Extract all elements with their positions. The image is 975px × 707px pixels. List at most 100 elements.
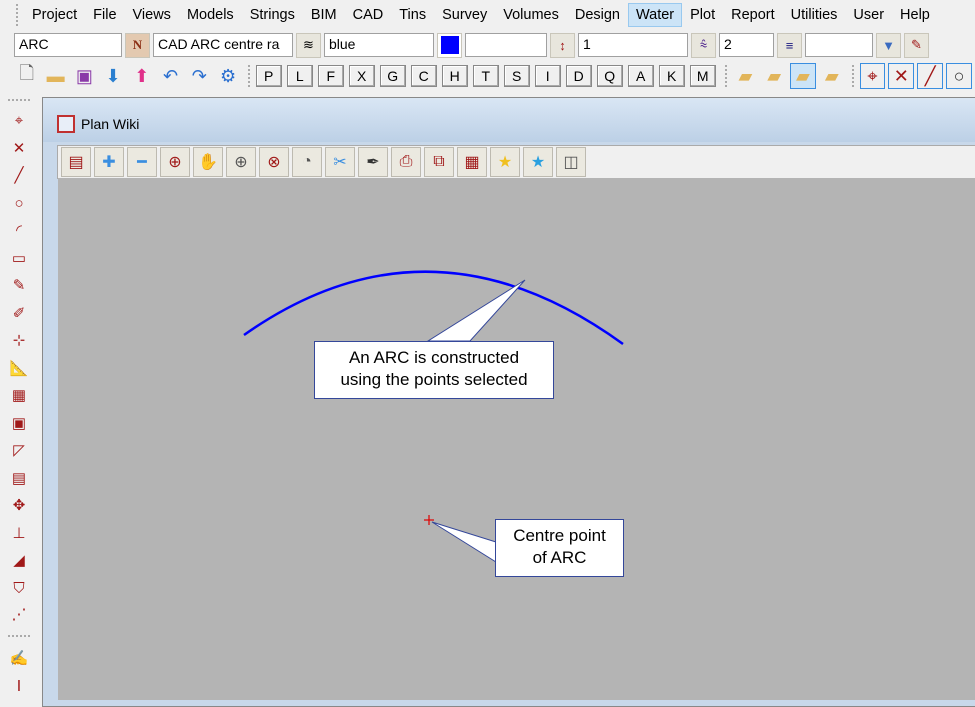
menu-file[interactable]: File bbox=[85, 3, 124, 27]
table-icon[interactable]: ▦ bbox=[6, 384, 32, 406]
menu-plot[interactable]: Plot bbox=[682, 3, 723, 27]
centre-point-marker[interactable] bbox=[424, 515, 434, 525]
save-icon[interactable]: ▣ bbox=[71, 63, 97, 89]
menu-bim[interactable]: BIM bbox=[303, 3, 345, 27]
z-ruler-icon[interactable]: ↕ bbox=[550, 32, 575, 58]
pan-icon[interactable]: ✋ bbox=[193, 147, 223, 177]
new-file-icon[interactable]: 🗋 bbox=[14, 63, 40, 89]
open-folder-icon[interactable]: ▬ bbox=[43, 63, 69, 89]
model-folder-active-icon[interactable]: ▰ bbox=[790, 63, 816, 89]
point-icon[interactable]: ⊹ bbox=[6, 329, 32, 351]
signature-icon[interactable]: ✍ bbox=[6, 647, 32, 669]
linestyle-icon[interactable]: ⩯ bbox=[691, 32, 716, 58]
snap-button-f[interactable]: F bbox=[317, 65, 344, 87]
shape-icon[interactable]: ◸ bbox=[6, 439, 32, 461]
snap-button-s[interactable]: S bbox=[503, 65, 530, 87]
dropdown-icon[interactable]: ▼ bbox=[876, 32, 901, 58]
eyedropper-icon[interactable]: ✎ bbox=[904, 32, 929, 58]
measure-icon[interactable]: 📐 bbox=[6, 357, 32, 379]
menu-project[interactable]: Project bbox=[24, 3, 85, 27]
zoom-in-icon[interactable]: ✚ bbox=[94, 147, 124, 177]
menu-survey[interactable]: Survey bbox=[434, 3, 495, 27]
model-folder-icon[interactable]: ▰ bbox=[733, 63, 759, 89]
snap-button-i[interactable]: I bbox=[534, 65, 561, 87]
model-folder-icon[interactable]: ▰ bbox=[761, 63, 787, 89]
duplicate-icon[interactable]: ⧉ bbox=[424, 147, 454, 177]
image-icon[interactable]: ▤ bbox=[6, 467, 32, 489]
star-icon[interactable]: ★ bbox=[523, 147, 553, 177]
menu-strings[interactable]: Strings bbox=[242, 3, 303, 27]
snap-point-icon[interactable]: ⌖ bbox=[859, 63, 886, 89]
zoom-window-icon[interactable]: ⊗ bbox=[259, 147, 289, 177]
settings-gear-icon[interactable]: ⚙ bbox=[215, 63, 241, 89]
layout-icon[interactable]: ◫ bbox=[556, 147, 586, 177]
snap-button-c[interactable]: C bbox=[410, 65, 437, 87]
menu-design[interactable]: Design bbox=[567, 3, 628, 27]
undo-icon[interactable]: ↶ bbox=[158, 63, 184, 89]
plan-canvas[interactable]: An ARC is constructed using the points s… bbox=[58, 178, 975, 700]
clear-icon[interactable]: ✂ bbox=[325, 147, 355, 177]
menu-help[interactable]: Help bbox=[892, 3, 938, 27]
snap-button-k[interactable]: K bbox=[658, 65, 685, 87]
import-icon[interactable]: ⬇ bbox=[100, 63, 126, 89]
text-icon[interactable]: ✎ bbox=[6, 274, 32, 296]
snap-button-x[interactable]: X bbox=[348, 65, 375, 87]
colour-swatch-button[interactable] bbox=[437, 32, 462, 58]
polygon-icon[interactable]: ⛉ bbox=[6, 577, 32, 599]
text-style-field[interactable] bbox=[805, 33, 873, 57]
menu-user[interactable]: User bbox=[845, 3, 892, 27]
label-icon[interactable]: Ⅰ bbox=[6, 675, 32, 697]
snap-point-icon[interactable]: ⌖ bbox=[6, 109, 32, 131]
intersection-icon[interactable]: ✕ bbox=[6, 137, 32, 159]
snap-button-g[interactable]: G bbox=[379, 65, 406, 87]
gradient-icon[interactable]: ◢ bbox=[6, 549, 32, 571]
window-title-bar[interactable]: Plan Wiki bbox=[43, 98, 975, 142]
favourite-star-icon[interactable]: ★ bbox=[490, 147, 520, 177]
snap-circle-icon[interactable]: ○ bbox=[946, 63, 973, 89]
menu-report[interactable]: Report bbox=[723, 3, 783, 27]
window-icon[interactable]: ▣ bbox=[6, 412, 32, 434]
description-field[interactable]: CAD ARC centre ra bbox=[153, 33, 293, 57]
legend-icon[interactable]: ▦ bbox=[457, 147, 487, 177]
weight-field[interactable]: 1 bbox=[578, 33, 688, 57]
level-icon[interactable]: ⊥ bbox=[6, 522, 32, 544]
arc-string[interactable] bbox=[243, 270, 624, 346]
zoom-plusminus-icon[interactable]: ⊕ bbox=[226, 147, 256, 177]
menu-cad[interactable]: CAD bbox=[345, 3, 392, 27]
menu-volumes[interactable]: Volumes bbox=[495, 3, 567, 27]
snap-button-d[interactable]: D bbox=[565, 65, 592, 87]
snap-intersection-icon[interactable]: ✕ bbox=[888, 63, 915, 89]
model-folder-icon[interactable]: ▰ bbox=[819, 63, 845, 89]
zoom-extent-icon[interactable]: ⊕ bbox=[160, 147, 190, 177]
menu-models[interactable]: Models bbox=[179, 3, 242, 27]
menu-views[interactable]: Views bbox=[125, 3, 179, 27]
zoom-out-icon[interactable]: ━ bbox=[127, 147, 157, 177]
name-n-button[interactable]: N bbox=[125, 32, 150, 58]
snap-button-h[interactable]: H bbox=[441, 65, 468, 87]
snap-line-icon[interactable]: ╱ bbox=[917, 63, 944, 89]
layers-icon[interactable]: ≋ bbox=[296, 32, 321, 58]
line-icon[interactable]: ╱ bbox=[6, 164, 32, 186]
snap-button-m[interactable]: M bbox=[689, 65, 716, 87]
snap-button-t[interactable]: T bbox=[472, 65, 499, 87]
arc-icon[interactable]: ◜ bbox=[6, 219, 32, 241]
line-weight-icon[interactable]: ≡ bbox=[777, 32, 802, 58]
snap-button-a[interactable]: A bbox=[627, 65, 654, 87]
circle-icon[interactable]: ○ bbox=[6, 192, 32, 214]
zoom-previous-icon[interactable]: ◔ bbox=[292, 147, 322, 177]
redo-icon[interactable]: ↷ bbox=[186, 63, 212, 89]
paint-icon[interactable]: ✐ bbox=[6, 302, 32, 324]
snap-button-l[interactable]: L bbox=[286, 65, 313, 87]
snap-button-q[interactable]: Q bbox=[596, 65, 623, 87]
pick-icon[interactable]: ✒ bbox=[358, 147, 388, 177]
move-icon[interactable]: ✥ bbox=[6, 494, 32, 516]
export-icon[interactable]: ⬆ bbox=[129, 63, 155, 89]
plot-frame-icon[interactable]: ▤ bbox=[61, 147, 91, 177]
menu-tins[interactable]: Tins bbox=[391, 3, 434, 27]
name-field[interactable]: ARC bbox=[14, 33, 122, 57]
rectangle-icon[interactable]: ▭ bbox=[6, 247, 32, 269]
menu-grip[interactable] bbox=[16, 4, 20, 26]
snap-button-p[interactable]: P bbox=[255, 65, 282, 87]
linestyle-field[interactable]: 2 bbox=[719, 33, 774, 57]
colour-field[interactable]: blue bbox=[324, 33, 434, 57]
